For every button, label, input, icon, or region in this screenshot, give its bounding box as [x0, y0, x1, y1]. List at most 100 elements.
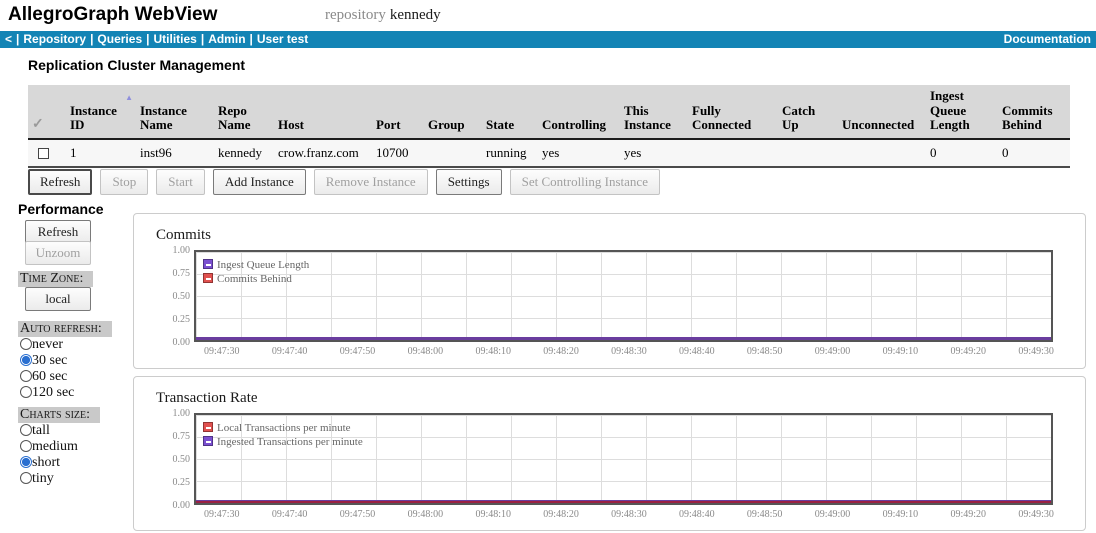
cell-instance-id: 1: [66, 138, 136, 167]
radio-icon: [20, 472, 32, 484]
cell-repo-name: kennedy: [214, 138, 274, 167]
commits-chart-panel: Commits 1.00 0.75 0.50 0.25 0.00 Ingest …: [133, 213, 1086, 369]
legend-item: Local Transactions per minute: [203, 420, 363, 434]
transaction-rate-plot-area[interactable]: Local Transactions per minute Ingested T…: [194, 413, 1053, 505]
commits-plot-area[interactable]: Ingest Queue Length Commits Behind: [194, 250, 1053, 342]
col-catch-up[interactable]: Catch Up: [778, 85, 838, 139]
nav-back-chevron-icon[interactable]: <: [5, 32, 12, 46]
commits-legend: Ingest Queue Length Commits Behind: [203, 257, 309, 285]
col-commits-behind[interactable]: Commits Behind: [998, 85, 1070, 139]
radio-icon: [20, 386, 32, 398]
set-controlling-instance-button: Set Controlling Instance: [509, 169, 660, 195]
charts-size-medium[interactable]: medium: [20, 439, 78, 455]
auto-refresh-60sec[interactable]: 60 sec: [20, 369, 67, 385]
col-port[interactable]: Port: [372, 85, 424, 139]
cell-controlling: yes: [538, 138, 620, 167]
nav-item-repository[interactable]: Repository: [23, 32, 86, 46]
page-title: Replication Cluster Management: [28, 57, 246, 73]
auto-refresh-120sec[interactable]: 120 sec: [20, 385, 74, 401]
nav-item-queries[interactable]: Queries: [97, 32, 142, 46]
y-tick: 0.75: [172, 431, 191, 442]
radio-icon: [20, 424, 32, 436]
commits-chart-title: Commits: [156, 227, 212, 243]
col-fully-connected[interactable]: Fully Connected: [688, 85, 778, 139]
legend-item: Ingested Transactions per minute: [203, 434, 363, 448]
cell-group: [424, 138, 482, 167]
y-tick: 1.00: [172, 408, 191, 419]
nav-item-user[interactable]: User test: [257, 32, 308, 46]
col-ingest-queue-length[interactable]: Ingest Queue Length: [926, 85, 998, 139]
add-instance-button[interactable]: Add Instance: [212, 169, 306, 195]
col-controlling[interactable]: Controlling: [538, 85, 620, 139]
charts-size-tiny[interactable]: tiny: [20, 471, 54, 487]
app-header: AllegroGraph WebView repository kennedy: [0, 0, 1096, 31]
y-tick: 0.00: [172, 337, 191, 348]
y-tick: 0.50: [172, 291, 191, 302]
cell-ingest-queue-length: 0: [926, 138, 998, 167]
charts-size-label: Charts size:: [18, 407, 101, 423]
radio-icon: [20, 456, 32, 468]
start-button: Start: [156, 169, 205, 195]
radio-icon: [20, 354, 32, 366]
charts-size-tall[interactable]: tall: [20, 423, 50, 439]
table-row: 1 inst96 kennedy crow.franz.com 10700 ru…: [28, 138, 1070, 167]
series-swatch-icon: [203, 436, 213, 446]
legend-item: Commits Behind: [203, 271, 309, 285]
row-checkbox[interactable]: [38, 148, 49, 160]
transaction-rate-chart-panel: Transaction Rate 1.00 0.75 0.50 0.25 0.0…: [133, 376, 1086, 531]
col-instance-name[interactable]: Instance Name: [136, 85, 214, 139]
auto-refresh-30sec[interactable]: 30 sec: [20, 353, 67, 369]
unzoom-button: Unzoom: [25, 241, 91, 265]
time-zone-button[interactable]: local: [25, 287, 91, 311]
y-tick: 0.25: [172, 477, 191, 488]
legend-item: Ingest Queue Length: [203, 257, 309, 271]
series-swatch-icon: [203, 422, 213, 432]
y-tick: 0.25: [172, 314, 191, 325]
zero-value-line: [196, 337, 1051, 340]
auto-refresh-never[interactable]: never: [20, 337, 63, 353]
cluster-actions: Refresh Stop Start Add Instance Remove I…: [28, 169, 664, 195]
cell-state: running: [482, 138, 538, 167]
radio-icon: [20, 370, 32, 382]
transaction-rate-chart-title: Transaction Rate: [156, 390, 258, 406]
col-repo-name[interactable]: Repo Name: [214, 85, 274, 139]
time-zone-label: Time Zone:: [18, 271, 94, 287]
nav-item-admin[interactable]: Admin: [208, 32, 245, 46]
app-title: AllegroGraph WebView: [8, 4, 218, 25]
cell-commits-behind: 0: [998, 138, 1070, 167]
commits-x-axis: 09:47:30 09:47:40 09:47:50 09:48:00 09:48:10…: [204, 346, 1054, 357]
cluster-table: ✓ Instance ID ▲ Instance Name Repo Name H…: [28, 85, 1070, 168]
series-swatch-icon: [203, 273, 213, 283]
cell-port: 10700: [372, 138, 424, 167]
settings-button[interactable]: Settings: [435, 169, 502, 195]
table-header-row: ✓ Instance ID ▲ Instance Name Repo Name H…: [28, 85, 1070, 139]
charts-size-short[interactable]: short: [20, 455, 60, 471]
col-unconnected[interactable]: Unconnected: [838, 85, 926, 139]
col-this-instance[interactable]: This Instance: [620, 85, 688, 139]
nav-item-documentation[interactable]: Documentation: [1004, 31, 1091, 47]
col-host[interactable]: Host: [274, 85, 372, 139]
transaction-rate-legend: Local Transactions per minute Ingested T…: [203, 420, 363, 448]
y-tick: 0.00: [172, 500, 191, 511]
refresh-button[interactable]: Refresh: [28, 169, 93, 195]
performance-title: Performance: [18, 201, 104, 217]
repository-name: kennedy: [389, 7, 441, 23]
cell-fully-connected: [688, 138, 778, 167]
cell-catch-up: [778, 138, 838, 167]
col-state[interactable]: State: [482, 85, 538, 139]
cell-instance-name: inst96: [136, 138, 214, 167]
radio-icon: [20, 440, 32, 452]
repository-indicator: repository kennedy: [325, 7, 441, 24]
col-group[interactable]: Group: [424, 85, 482, 139]
col-instance-id[interactable]: Instance ID ▲: [66, 85, 136, 139]
sort-asc-icon: ▲: [125, 93, 133, 102]
repository-label: repository: [325, 7, 386, 23]
main-nav: < | Repository | Queries | Utilities | Admin | Use…: [0, 31, 1096, 48]
cell-unconnected: [838, 138, 926, 167]
y-tick: 1.00: [172, 245, 191, 256]
transaction-rate-x-axis: 09:47:30 09:47:40 09:47:50 09:48:00 09:48:10…: [204, 509, 1054, 520]
y-tick: 0.75: [172, 268, 191, 279]
select-all-header[interactable]: ✓: [28, 85, 66, 139]
nav-item-utilities[interactable]: Utilities: [153, 32, 196, 46]
nav-separator: |: [249, 32, 253, 46]
